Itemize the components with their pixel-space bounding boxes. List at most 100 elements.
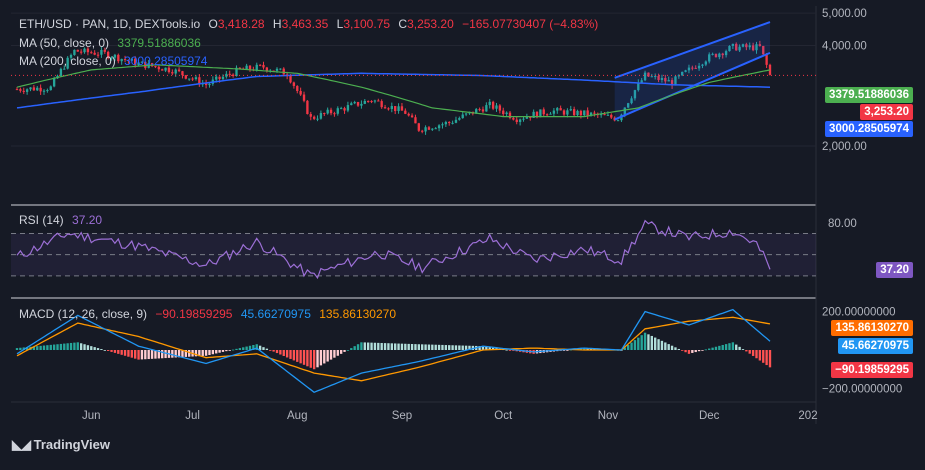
macd-histogram-bar	[188, 350, 191, 357]
candle-body	[275, 68, 279, 71]
rsi-legend[interactable]: RSI (14) 37.20	[19, 213, 107, 227]
macd-histogram-bar	[728, 343, 731, 350]
macd-histogram-bar	[19, 347, 22, 350]
candle-body	[302, 94, 306, 101]
close-label: C	[398, 17, 408, 31]
candle-body	[556, 108, 559, 111]
macd-label: MACD (12, 26, close, 9)	[19, 307, 148, 321]
macd-histogram-bar	[650, 335, 653, 350]
high-label: H	[272, 17, 282, 31]
macd-histogram-bar	[326, 350, 329, 362]
candle-body	[559, 108, 562, 111]
macd-histogram-bar	[508, 350, 512, 351]
macd-signal-line	[16, 316, 771, 382]
ma200-price-tag: 3000.28505974	[825, 121, 913, 137]
macd-histogram-bar	[643, 332, 647, 350]
macd-legend[interactable]: MACD (12, 26, close, 9) −90.19859295 45.…	[19, 307, 401, 321]
candle-body	[437, 125, 441, 129]
candle-body	[194, 77, 198, 80]
candle-body	[292, 82, 296, 86]
macd-histogram-bar	[238, 348, 242, 350]
candle-body	[380, 101, 383, 108]
macd-histogram-bar	[674, 347, 677, 350]
macd-histogram-bar	[272, 350, 275, 352]
macd-histogram-bar	[755, 350, 758, 359]
macd-histogram-bar	[296, 350, 299, 362]
macd-histogram-bar	[427, 344, 431, 350]
macd-histogram-bar	[96, 348, 100, 350]
macd-histogram-bar	[56, 344, 59, 350]
macd-histogram-bar	[370, 342, 373, 350]
open-value: 3,418.28	[217, 17, 265, 31]
macd-histogram-bar	[630, 342, 633, 350]
macd-histogram-bar	[657, 339, 660, 350]
macd-histogram-bar	[336, 350, 339, 356]
candle-body	[174, 69, 177, 74]
ma200-legend[interactable]: MA (200, close, 0) 3000.28505974	[19, 54, 212, 68]
macd-histogram-bar	[208, 350, 211, 355]
candle-body	[505, 112, 508, 115]
ascending-channel-fill	[614, 22, 770, 120]
macd-histogram-bar	[356, 344, 360, 350]
macd-histogram-bar	[282, 350, 285, 356]
candle-body	[502, 110, 505, 115]
macd-histogram-bar	[52, 344, 56, 350]
macd-histogram-bar	[400, 343, 404, 350]
candle-body	[42, 90, 46, 92]
candle-body	[370, 101, 373, 103]
candle-body	[444, 122, 448, 125]
candle-body	[498, 105, 502, 111]
macd-histogram-bar	[681, 350, 684, 351]
macd-histogram-bar	[319, 350, 323, 366]
candle-body	[319, 113, 323, 119]
candle-body	[522, 118, 525, 120]
candle-body	[15, 89, 19, 91]
candle-body	[231, 74, 235, 77]
candle-body	[586, 110, 589, 116]
ma50-label: MA (50, close, 0)	[19, 36, 110, 50]
candle-body	[421, 130, 424, 132]
macd-histogram-bar	[83, 344, 86, 350]
candle-body	[262, 64, 265, 68]
macd-histogram-bar	[76, 342, 79, 350]
candle-body	[208, 83, 211, 86]
candle-body	[191, 78, 194, 80]
macd-line-value: 45.66270975	[240, 307, 311, 321]
candle-body	[353, 102, 356, 104]
candle-body	[316, 118, 319, 120]
time-tick-label: Aug	[287, 410, 307, 422]
candle-body	[177, 69, 181, 72]
symbol-label: ETH/USD · PAN, 1D, DEXTools.io	[19, 17, 201, 31]
macd-histogram-bar	[137, 350, 140, 360]
candle-body	[336, 108, 339, 114]
candle-body	[417, 123, 421, 131]
candle-body	[542, 109, 545, 115]
time-tick-label: Nov	[598, 410, 619, 422]
tradingview-chart: 5,000.00 4,000.00 2,000.00 80.00 200.0000000…	[11, 6, 902, 424]
macd-histogram-bar	[204, 350, 208, 356]
ma50-legend[interactable]: MA (50, close, 0) 3379.51886036	[19, 36, 206, 50]
tradingview-logo[interactable]: ◣◢ TradingView	[12, 437, 110, 453]
macd-histogram-bar	[667, 344, 670, 350]
macd-histogram-bar	[144, 350, 147, 360]
macd-histogram-bar	[390, 343, 393, 350]
macd-histogram-bar	[221, 350, 225, 352]
time-tick-label: Jul	[185, 410, 200, 422]
macd-histogram-bar	[738, 346, 741, 350]
macd-histogram-bar	[768, 350, 772, 368]
candle-body	[265, 67, 269, 71]
candle-body	[326, 109, 329, 114]
rsi-value: 37.20	[72, 213, 103, 227]
candle-body	[323, 113, 326, 115]
macd-histogram-bar	[279, 350, 282, 355]
candle-body	[495, 105, 498, 109]
macd-histogram-bar	[704, 349, 708, 351]
candle-body	[25, 89, 29, 92]
candle-body	[616, 120, 620, 122]
macd-histogram-bar	[697, 350, 701, 352]
candle-body	[79, 51, 83, 53]
macd-histogram-bar	[140, 350, 144, 360]
candle-body	[485, 105, 488, 112]
time-tick-label: Jun	[82, 410, 101, 422]
time-tick-label: Dec	[699, 410, 720, 422]
